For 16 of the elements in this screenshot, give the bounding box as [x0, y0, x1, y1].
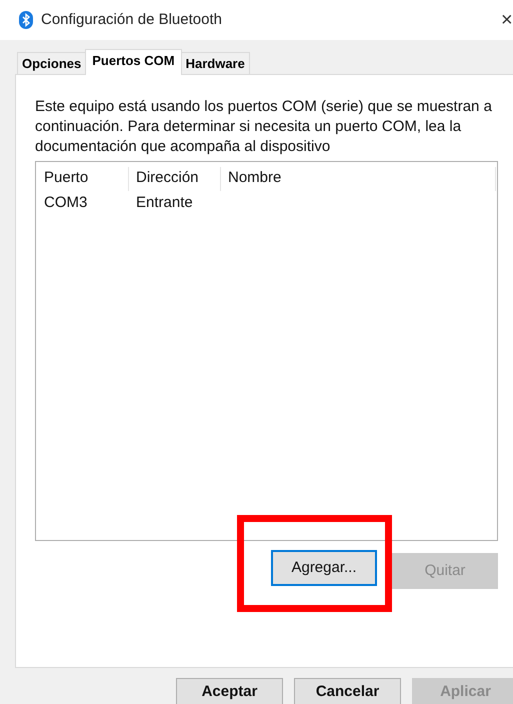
table-cell-text: Entrante: [135, 192, 194, 213]
com-port-list[interactable]: Puerto Dirección Nombre COM3 Entrante: [35, 161, 498, 541]
dialog-button[interactable]: Aceptar: [176, 678, 283, 704]
bluetooth-icon: [19, 11, 33, 29]
dialog-button[interactable]: Cancelar: [294, 678, 401, 704]
column-header[interactable]: Nombre: [221, 167, 496, 191]
list-button[interactable]: Agregar...: [271, 550, 377, 586]
table-cell-text: COM3: [43, 192, 88, 213]
tab[interactable]: Puertos COM: [85, 49, 182, 75]
description-text: Este equipo está usando los puertos COM (serie) que se muestran a continuación. Para determinar si necesita un puerto COM, lea la documentación que acompaña al dispositivo: [35, 97, 493, 157]
window-title: Configuración de Bluetooth: [41, 10, 222, 30]
tab[interactable]: Hardware: [180, 52, 250, 75]
close-button[interactable]: ×: [501, 10, 513, 30]
column-header[interactable]: Dirección: [129, 167, 221, 191]
tab[interactable]: Opciones: [17, 52, 86, 75]
column-header[interactable]: Puerto: [37, 167, 129, 191]
